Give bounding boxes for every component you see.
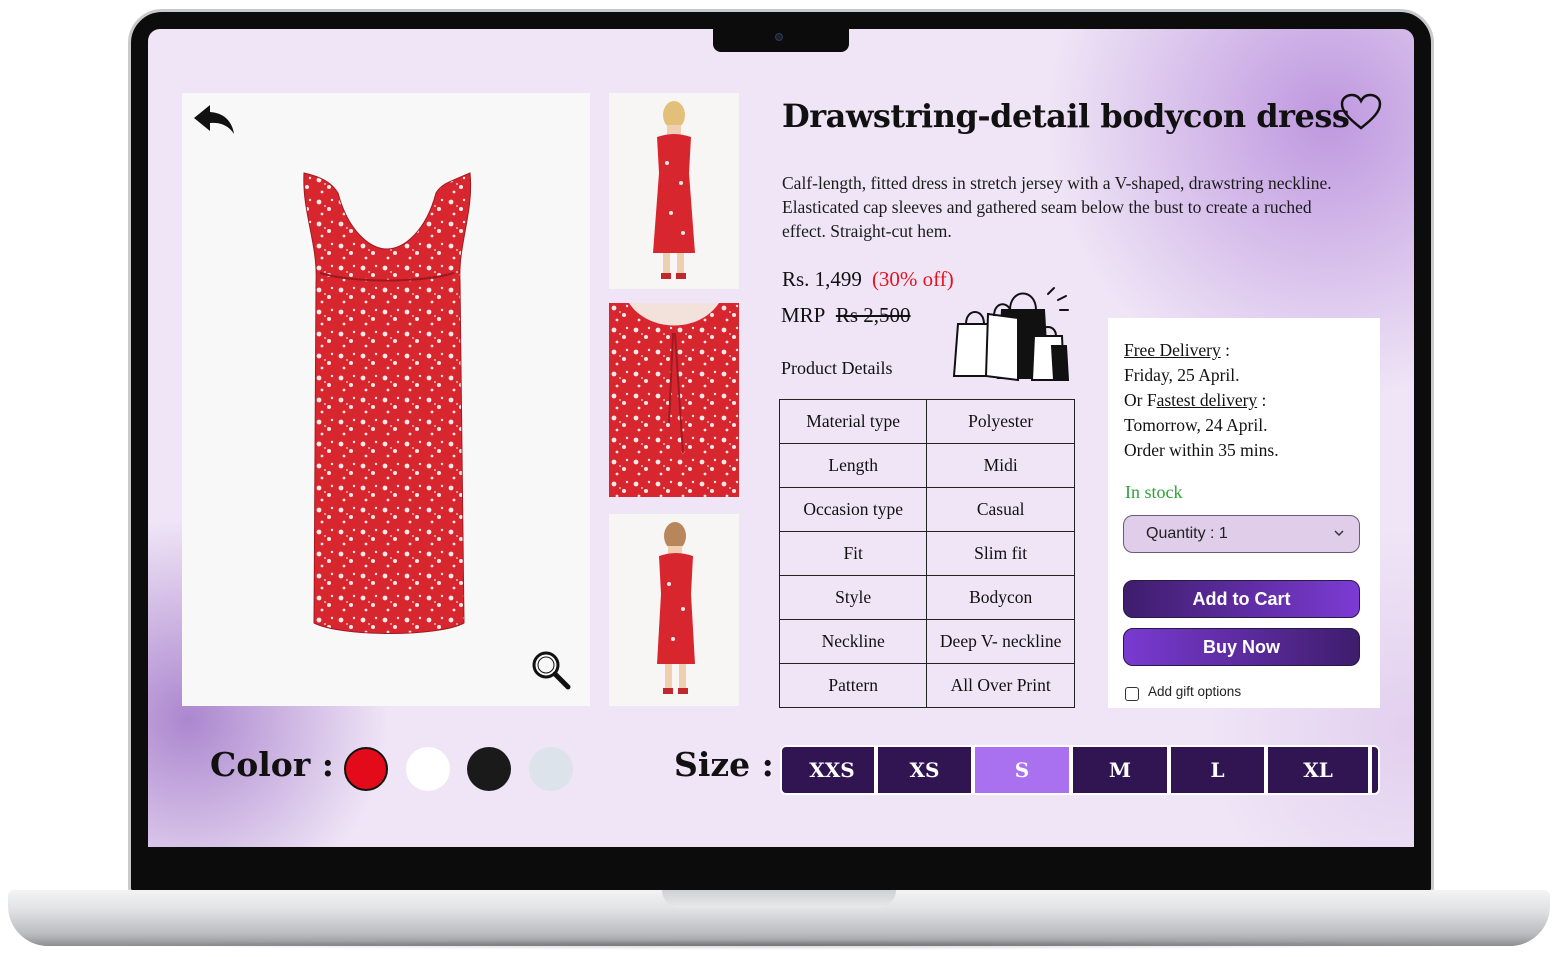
spec-label: Occasion type: [778, 487, 928, 532]
product-title: Drawstring-detail bodycon dress: [782, 97, 1350, 135]
spec-row: Neckline Deep V- neckline: [778, 619, 1075, 664]
gift-options-checkbox[interactable]: [1125, 687, 1139, 701]
color-label: Color :: [210, 745, 334, 784]
spec-label: Length: [778, 443, 928, 488]
spec-value: Deep V- neckline: [926, 619, 1075, 664]
mrp: MRP Rs 2,500: [781, 303, 911, 328]
spec-row: Material type Polyester: [778, 399, 1075, 444]
add-to-cart-button[interactable]: Add to Cart: [1123, 580, 1360, 618]
spec-value: Polyester: [926, 399, 1075, 444]
spec-value: Slim fit: [926, 531, 1075, 576]
spec-row: Occasion type Casual: [778, 487, 1075, 532]
delivery-info: Free Delivery : Friday, 25 April. Or Fas…: [1124, 338, 1374, 463]
buy-box: Free Delivery : Friday, 25 April. Or Fas…: [1108, 318, 1380, 708]
quantity-label: Quantity : 1: [1146, 525, 1228, 542]
spec-row: Pattern All Over Print: [778, 663, 1075, 708]
fastest-delivery-date: Tomorrow, 24 April.: [1124, 415, 1268, 435]
price: Rs. 1,499 (30% off): [782, 267, 954, 292]
size-option-xs[interactable]: XS: [878, 747, 975, 793]
thumbnail-detail[interactable]: [609, 303, 739, 497]
color-swatch-white[interactable]: [406, 747, 450, 791]
stock-status: In stock: [1125, 482, 1183, 502]
spec-value: Bodycon: [926, 575, 1075, 620]
size-option-xl[interactable]: XL: [1268, 747, 1372, 793]
back-arrow-icon[interactable]: [192, 101, 238, 137]
heart-icon[interactable]: [1340, 93, 1382, 131]
laptop-shadow: [80, 940, 1478, 950]
size-option-xxs[interactable]: XXS: [790, 747, 878, 793]
product-details-heading: Product Details: [781, 358, 893, 378]
spec-value: Casual: [926, 487, 1075, 532]
chevron-down-icon: [1334, 530, 1344, 537]
order-within: Order within 35 mins.: [1124, 440, 1279, 460]
fastest-delivery-colon: :: [1257, 390, 1267, 410]
size-option-m[interactable]: M: [1073, 747, 1171, 793]
size-option-s[interactable]: S: [975, 747, 1073, 793]
free-delivery-link[interactable]: Free Delivery: [1124, 340, 1221, 360]
size-option-l[interactable]: L: [1171, 747, 1268, 793]
thumbnail-back[interactable]: [609, 514, 739, 706]
model-back-image: [657, 522, 695, 694]
spec-row: Fit Slim fit: [778, 531, 1075, 576]
spec-label: Fit: [778, 531, 928, 576]
size-label: Size :: [674, 745, 774, 784]
size-selector: XXS XS S M L XL: [780, 745, 1380, 795]
sale-price: Rs. 1,499: [782, 267, 862, 291]
mrp-value: Rs 2,500: [835, 303, 911, 327]
model-front-image: [653, 101, 695, 279]
shopping-bags-icon: [952, 287, 1070, 382]
fabric-detail-image: [609, 303, 739, 497]
spec-label: Neckline: [778, 619, 928, 664]
screen: Drawstring-detail bodycon dress Calf-len…: [148, 29, 1414, 847]
free-delivery-date: Friday, 25 April.: [1124, 365, 1240, 385]
spec-label: Material type: [778, 399, 928, 444]
spec-value: Midi: [926, 443, 1075, 488]
camera-notch: [713, 29, 849, 52]
product-description: Calf-length, fitted dress in stretch jer…: [782, 173, 1332, 241]
laptop-hinge-notch: [662, 890, 896, 908]
camera-icon: [775, 33, 783, 41]
quantity-select[interactable]: Quantity : 1: [1123, 515, 1360, 553]
free-delivery-colon: :: [1220, 340, 1230, 360]
spec-label: Style: [778, 575, 928, 620]
zoom-icon[interactable]: [530, 649, 572, 691]
dress-image: [303, 172, 472, 634]
gift-options-label: Add gift options: [1148, 684, 1242, 699]
color-swatch-black[interactable]: [467, 747, 511, 791]
buy-now-button[interactable]: Buy Now: [1123, 628, 1360, 666]
mrp-label: MRP: [781, 303, 825, 327]
spec-label: Pattern: [778, 663, 928, 708]
thumbnail-front[interactable]: [609, 93, 739, 289]
spec-row: Style Bodycon: [778, 575, 1075, 620]
fastest-prefix: Or F: [1124, 390, 1157, 410]
color-swatch-red[interactable]: [344, 747, 388, 791]
spec-row: Length Midi: [778, 443, 1075, 488]
color-swatch-grey[interactable]: [529, 747, 573, 791]
fastest-delivery-link[interactable]: astest delivery: [1157, 390, 1258, 410]
main-product-image: [182, 93, 590, 706]
discount-badge: (30% off): [871, 267, 954, 291]
spec-value: All Over Print: [926, 663, 1075, 708]
specs-table: Material type Polyester Length Midi Occasion…: [778, 399, 1075, 708]
